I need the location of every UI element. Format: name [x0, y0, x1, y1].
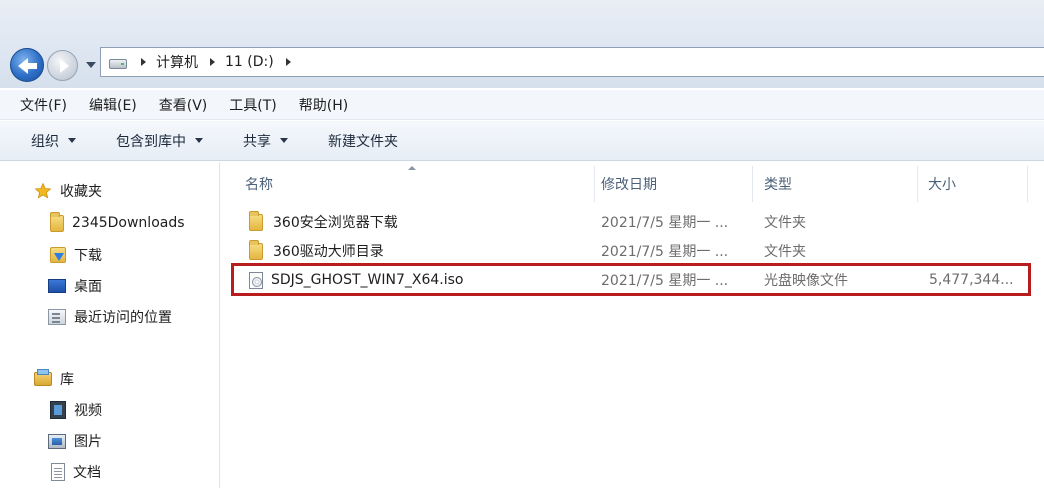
- file-size: [929, 208, 1029, 236]
- nav-favorites-label: 收藏夹: [60, 184, 102, 200]
- include-in-library-label: 包含到库中: [116, 133, 186, 150]
- file-name: SDJS_GHOST_WIN7_X64.iso: [271, 272, 464, 288]
- organize-label: 组织: [31, 133, 59, 150]
- nav-item-documents[interactable]: 文档: [51, 459, 101, 485]
- desktop-icon: [48, 279, 66, 293]
- file-name: 360驱动大师目录: [273, 244, 384, 260]
- nav-item-videos[interactable]: 视频: [50, 397, 102, 423]
- file-modified: 2021/7/5 星期一 ...: [601, 215, 729, 231]
- menu-bar: 文件(F) 编辑(E) 查看(V) 工具(T) 帮助(H): [0, 90, 1044, 120]
- nav-item-label: 视频: [74, 403, 102, 419]
- file-list: 名称 修改日期 类型 大小 360安全浏览器下载 2021/7/5 星期一 ..…: [221, 162, 1044, 488]
- breadcrumb-chevron-icon[interactable]: [285, 58, 291, 66]
- nav-libraries[interactable]: 库: [34, 366, 74, 392]
- file-type: 文件夹: [764, 215, 806, 231]
- nav-item-downloads[interactable]: 下载: [50, 242, 102, 268]
- column-header-type[interactable]: 类型: [754, 166, 918, 202]
- column-header-name[interactable]: 名称: [235, 166, 595, 202]
- file-name-cell: 360安全浏览器下载: [249, 208, 589, 236]
- menu-file[interactable]: 文件(F): [20, 95, 67, 115]
- file-row[interactable]: 360安全浏览器下载 2021/7/5 星期一 ... 文件夹: [221, 208, 1044, 236]
- menu-view[interactable]: 查看(V): [159, 95, 208, 115]
- breadcrumb-drive-d[interactable]: 11 (D:): [225, 54, 274, 70]
- drive-icon: [109, 59, 127, 69]
- nav-item-label: 图片: [74, 434, 102, 450]
- address-bar[interactable]: 计算机 11 (D:): [100, 47, 1044, 77]
- share-button[interactable]: 共享: [243, 131, 288, 151]
- new-folder-button[interactable]: 新建文件夹: [328, 131, 398, 151]
- folder-icon: [249, 210, 263, 231]
- download-folder-icon: [50, 247, 66, 263]
- share-label: 共享: [243, 133, 271, 150]
- file-modified: 2021/7/5 星期一 ...: [601, 273, 729, 289]
- address-area: 计算机 11 (D:): [0, 0, 1044, 88]
- nav-item-label: 最近访问的位置: [74, 310, 172, 326]
- file-size: [929, 237, 1029, 265]
- command-toolbar: 组织 包含到库中 共享 新建文件夹: [0, 121, 1044, 161]
- file-type: 文件夹: [764, 244, 806, 260]
- picture-icon: [48, 433, 66, 449]
- back-button[interactable]: [10, 48, 44, 82]
- file-size: 5,477,344...: [929, 272, 1014, 288]
- nav-item-recent-places[interactable]: 最近访问的位置: [48, 304, 172, 330]
- file-modified: 2021/7/5 星期一 ...: [601, 244, 729, 260]
- forward-button[interactable]: [47, 50, 78, 81]
- file-type: 光盘映像文件: [764, 273, 848, 289]
- breadcrumb-chevron-icon[interactable]: [210, 58, 215, 66]
- caret-down-icon: [68, 138, 76, 143]
- folder-icon: [50, 211, 64, 232]
- caret-down-icon: [195, 138, 203, 143]
- breadcrumb-computer[interactable]: 计算机: [156, 52, 198, 72]
- library-icon: [34, 369, 52, 386]
- disc-image-icon: [249, 271, 263, 289]
- file-row[interactable]: 360驱动大师目录 2021/7/5 星期一 ... 文件夹: [221, 237, 1044, 265]
- nav-item-label: 文档: [73, 465, 101, 481]
- document-icon: [51, 463, 65, 481]
- file-name-cell: SDJS_GHOST_WIN7_X64.iso: [249, 266, 589, 294]
- file-name: 360安全浏览器下载: [273, 215, 398, 231]
- organize-button[interactable]: 组织: [31, 131, 76, 151]
- menu-edit[interactable]: 编辑(E): [89, 95, 137, 115]
- nav-item-pictures[interactable]: 图片: [48, 428, 102, 454]
- include-in-library-button[interactable]: 包含到库中: [116, 131, 203, 151]
- star-icon: [34, 182, 52, 200]
- nav-item-2345downloads[interactable]: 2345Downloads: [50, 210, 185, 236]
- menu-tools[interactable]: 工具(T): [229, 95, 276, 115]
- menu-help[interactable]: 帮助(H): [299, 95, 348, 115]
- folder-icon: [249, 239, 263, 260]
- breadcrumb-chevron-icon[interactable]: [141, 58, 146, 66]
- video-icon: [50, 401, 66, 419]
- nav-item-label: 下载: [74, 248, 102, 264]
- nav-favorites[interactable]: 收藏夹: [34, 178, 102, 204]
- file-row[interactable]: SDJS_GHOST_WIN7_X64.iso 2021/7/5 星期一 ...…: [221, 266, 1044, 294]
- nav-item-label: 桌面: [74, 279, 102, 295]
- recent-pages-dropdown[interactable]: [86, 62, 96, 68]
- nav-item-desktop[interactable]: 桌面: [48, 273, 102, 299]
- navigation-pane: 收藏夹 2345Downloads 下载 桌面 最近访问的位置 库 视频 图片 …: [0, 162, 220, 488]
- column-header-modified[interactable]: 修改日期: [591, 166, 753, 202]
- caret-down-icon: [280, 138, 288, 143]
- nav-libraries-label: 库: [60, 372, 74, 388]
- recent-places-icon: [48, 309, 66, 325]
- nav-item-label: 2345Downloads: [72, 215, 185, 231]
- file-name-cell: 360驱动大师目录: [249, 237, 589, 265]
- column-header-size[interactable]: 大小: [918, 166, 1028, 202]
